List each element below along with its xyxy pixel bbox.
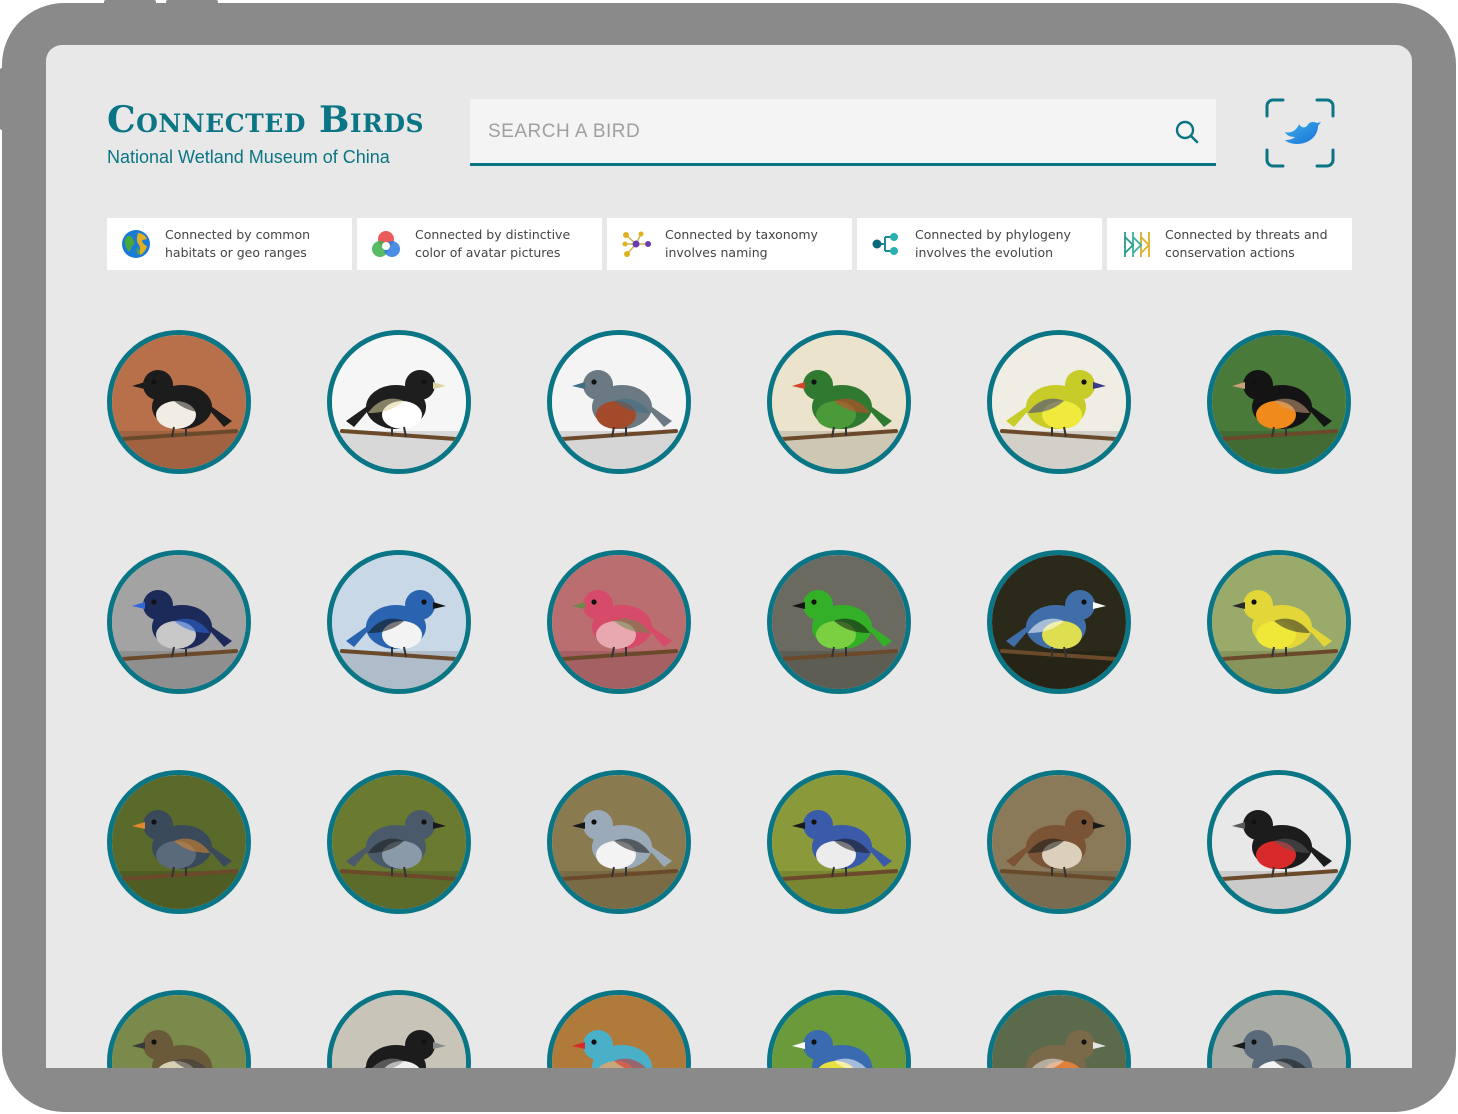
globe-icon	[122, 230, 150, 258]
filter-taxonomy[interactable]: Connected by taxonomy involves naming	[607, 218, 852, 270]
bird-avatar[interactable]	[1207, 990, 1351, 1068]
bird-avatar[interactable]	[987, 990, 1131, 1068]
search-input[interactable]	[486, 113, 1150, 151]
device-top-button	[104, 0, 156, 6]
bird-image	[552, 555, 686, 689]
bird-avatar[interactable]	[767, 330, 911, 474]
bird-avatar[interactable]	[547, 330, 691, 474]
bird-avatar[interactable]	[767, 770, 911, 914]
bird-scan-icon[interactable]	[1265, 98, 1335, 168]
color-wheel-icon	[372, 231, 400, 257]
bird-avatar[interactable]	[327, 330, 471, 474]
app-title: Connected Birds	[107, 99, 425, 141]
bird-avatar[interactable]	[547, 990, 691, 1068]
bird-image	[992, 555, 1126, 689]
bird-image	[112, 555, 246, 689]
bird-image	[332, 775, 466, 909]
filter-label: Connected by phylogeny involves the evol…	[915, 227, 1071, 260]
bird-image	[1212, 335, 1346, 469]
bird-image	[1212, 995, 1346, 1068]
bird-avatar[interactable]	[547, 770, 691, 914]
app-subtitle: National Wetland Museum of China	[107, 147, 390, 167]
bird-image	[552, 335, 686, 469]
bird-avatar[interactable]	[1207, 770, 1351, 914]
bird-image	[112, 995, 246, 1068]
bird-avatar[interactable]	[327, 990, 471, 1068]
filter-colors[interactable]: Connected by distinctive color of avatar…	[357, 218, 602, 270]
device-top-button	[166, 0, 218, 6]
bird-image	[112, 335, 246, 469]
filter-habitats[interactable]: Connected by common habitats or geo rang…	[107, 218, 352, 270]
bird-avatar[interactable]	[987, 770, 1131, 914]
filter-threats[interactable]: Connected by threats and conservation ac…	[1107, 218, 1352, 270]
bird-avatar[interactable]	[327, 550, 471, 694]
filter-label: Connected by taxonomy involves naming	[665, 227, 818, 260]
bird-avatar[interactable]	[107, 330, 251, 474]
bird-avatar[interactable]	[1207, 330, 1351, 474]
bird-image	[112, 775, 246, 909]
bird-image	[332, 335, 466, 469]
search-bar	[470, 99, 1216, 166]
filter-label: Connected by threats and conservation ac…	[1165, 227, 1328, 260]
bird-image	[1212, 775, 1346, 909]
connection-filters: Connected by common habitats or geo rang…	[107, 218, 1352, 270]
bird-avatar[interactable]	[987, 550, 1131, 694]
bird-image	[332, 555, 466, 689]
bird-avatar[interactable]	[987, 330, 1131, 474]
bird-avatar[interactable]	[767, 990, 911, 1068]
bird-image	[1212, 555, 1346, 689]
bird-avatar[interactable]	[107, 770, 251, 914]
filter-label: Connected by distinctive color of avatar…	[415, 227, 571, 260]
phylogeny-icon	[872, 233, 898, 255]
bird-avatar[interactable]	[1207, 550, 1351, 694]
app-screen: Connected Birds National Wetland Museum …	[46, 45, 1412, 1068]
device-side-button	[0, 68, 6, 130]
bird-avatar[interactable]	[767, 550, 911, 694]
network-icon	[622, 231, 651, 257]
bird-image	[772, 775, 906, 909]
bird-image	[552, 995, 686, 1068]
threats-icon	[1124, 232, 1151, 257]
bird-avatar[interactable]	[107, 550, 251, 694]
bird-image	[992, 995, 1126, 1068]
bird-image	[772, 335, 906, 469]
bird-image	[992, 335, 1126, 469]
bird-image	[992, 775, 1126, 909]
bird-image	[552, 775, 686, 909]
bird-avatar[interactable]	[107, 990, 251, 1068]
search-icon[interactable]	[1174, 119, 1200, 145]
filter-phylogeny[interactable]: Connected by phylogeny involves the evol…	[857, 218, 1102, 270]
bird-image	[772, 555, 906, 689]
filter-label: Connected by common habitats or geo rang…	[165, 227, 311, 260]
bird-avatar[interactable]	[547, 550, 691, 694]
bird-avatar[interactable]	[327, 770, 471, 914]
bird-image	[772, 995, 906, 1068]
bird-image	[332, 995, 466, 1068]
